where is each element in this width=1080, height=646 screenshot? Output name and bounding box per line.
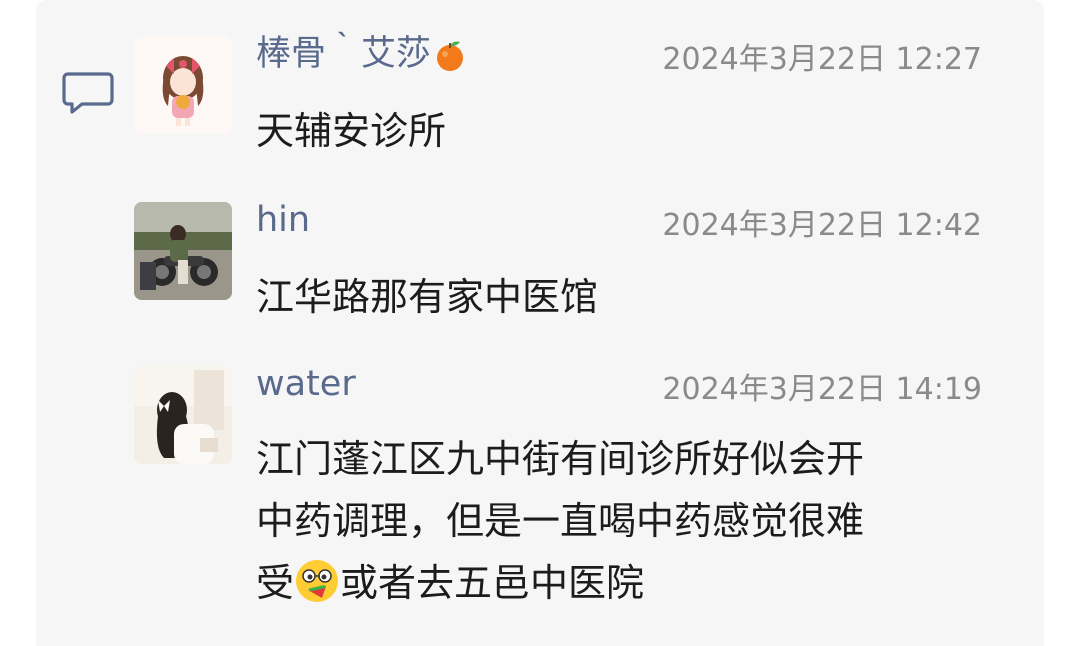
avatar[interactable] — [134, 202, 232, 300]
comment-text-segment: 或者去五邑中医院 — [340, 561, 645, 605]
comment-text: 天辅安诊所 — [256, 109, 447, 153]
commenter-name-text[interactable]: 棒骨｀艾莎 — [256, 34, 431, 74]
comment-item: 棒骨｀艾莎 2024年3月22日 12:27 天辅安诊所 — [134, 10, 994, 160]
comment-bubble-icon[interactable] — [62, 70, 114, 116]
comment-item: hin 2024年3月22日 12:42 江华路那有家中医馆 — [134, 176, 994, 326]
comment-time: 2024年3月22日 12:27 — [662, 42, 982, 77]
commenter-name[interactable]: 棒骨｀艾莎 — [256, 34, 467, 74]
comment-time: 2024年3月22日 12:42 — [662, 208, 982, 243]
comment-text-line: 江门蓬江区九中街有间诊所好似会开 — [256, 437, 865, 481]
tangerine-icon — [437, 41, 464, 71]
avatar[interactable] — [134, 366, 232, 464]
comment-text: 江华路那有家中医馆 — [256, 275, 599, 319]
commenter-name[interactable]: hin — [256, 200, 310, 240]
comment-item: water 2024年3月22日 14:19 江门蓬江区九中街有间诊所好似会开 … — [134, 340, 994, 640]
commenter-name[interactable]: water — [256, 364, 356, 404]
comment-text-line: 受 或者去五邑中医院 — [256, 552, 986, 614]
comment-text-segment: 受 — [256, 561, 295, 605]
face-emoji-icon — [296, 560, 339, 602]
avatar[interactable] — [134, 36, 232, 134]
comment-text-line: 中药调理，但是一直喝中药感觉很难 — [256, 499, 865, 543]
comment-text: 江门蓬江区九中街有间诊所好似会开 中药调理，但是一直喝中药感觉很难 受 或者去五… — [256, 428, 986, 614]
comment-time: 2024年3月22日 14:19 — [662, 372, 982, 407]
